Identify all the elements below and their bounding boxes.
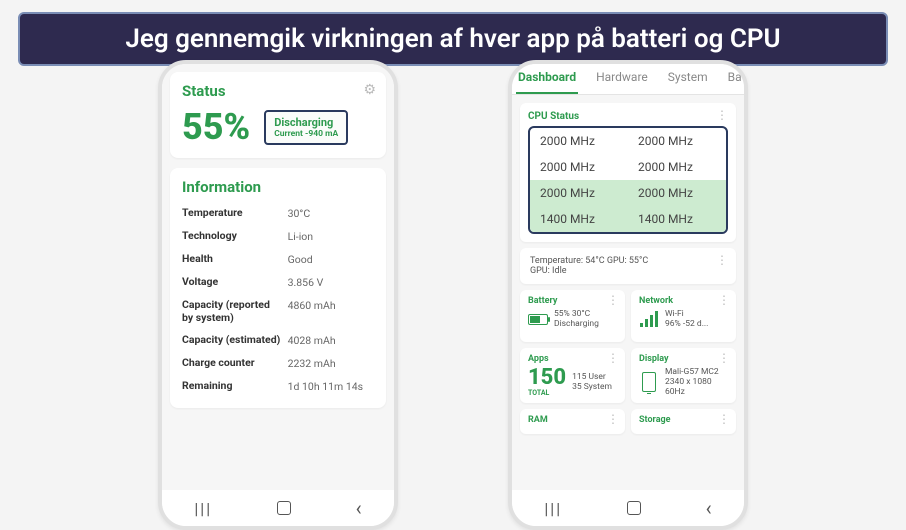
nav-recents-icon[interactable]: ||| — [544, 499, 562, 518]
info-key: Remaining — [182, 380, 288, 393]
info-val: 1d 10h 11m 14s — [288, 380, 374, 393]
network-tile-title: Network — [639, 296, 728, 306]
info-row: TechnologyLi-ion — [182, 225, 374, 248]
info-key: Temperature — [182, 207, 288, 220]
display-tile-title: Display — [639, 354, 728, 364]
info-val: 4028 mAh — [288, 334, 374, 347]
tab-system[interactable]: System — [666, 64, 710, 94]
network-line2: 96% -52 d... — [665, 319, 708, 329]
cpu-grid: 2000 MHz2000 MHz 2000 MHz2000 MHz 2000 M… — [528, 126, 728, 234]
info-val: 2232 mAh — [288, 357, 374, 370]
cpu-core: 2000 MHz — [628, 180, 726, 206]
apps-count: 150 — [528, 367, 566, 389]
battery-line2: Discharging — [554, 319, 599, 329]
info-val: Li-ion — [288, 230, 374, 243]
gpu-line1: Temperature: 54°C GPU: 55°C — [530, 256, 726, 266]
more-icon[interactable]: ⋮ — [716, 109, 728, 121]
battery-tile[interactable]: ⋮ Battery 55% 30°C Discharging — [520, 290, 625, 342]
info-row: Voltage3.856 V — [182, 271, 374, 294]
wifi-bars-icon — [639, 309, 659, 329]
more-icon[interactable]: ⋮ — [607, 294, 619, 306]
more-icon[interactable]: ⋮ — [716, 254, 728, 266]
phone-dashboard: Dashboard Hardware System Battery ⋮ CPU … — [508, 60, 748, 530]
nav-home-icon[interactable] — [627, 501, 641, 515]
gear-icon[interactable]: ⚙ — [363, 82, 376, 98]
cpu-core: 2000 MHz — [530, 154, 628, 180]
tab-bar: Dashboard Hardware System Battery — [512, 64, 744, 95]
info-val: Good — [288, 253, 374, 266]
apps-count-label: TOTAL — [528, 389, 566, 397]
battery-icon — [528, 309, 548, 329]
info-key: Charge counter — [182, 357, 288, 370]
cpu-core: 2000 MHz — [628, 154, 726, 180]
info-val: 4860 mAh — [288, 299, 374, 324]
display-tile[interactable]: ⋮ Display Mali-G57 MC2 2340 x 1080 60Hz — [631, 348, 736, 403]
tab-dashboard[interactable]: Dashboard — [516, 64, 578, 94]
info-key: Capacity (reported by system) — [182, 299, 288, 324]
battery-percent: 55% — [182, 106, 250, 148]
info-val: 30°C — [288, 207, 374, 220]
display-line3: 60Hz — [665, 387, 719, 397]
info-key: Health — [182, 253, 288, 266]
cpu-core: 2000 MHz — [530, 128, 628, 154]
phone-battery: ⚙ Status 55% Discharging Current -940 mA… — [158, 60, 398, 530]
more-icon[interactable]: ⋮ — [607, 352, 619, 364]
status-card: ⚙ Status 55% Discharging Current -940 mA — [170, 72, 386, 158]
info-key: Capacity (estimated) — [182, 334, 288, 347]
nav-home-icon[interactable] — [277, 501, 291, 515]
cpu-core: 2000 MHz — [530, 180, 628, 206]
tab-battery[interactable]: Battery — [726, 64, 744, 94]
discharge-current: Current -940 mA — [274, 129, 338, 139]
storage-tile-title: Storage — [639, 415, 728, 425]
cpu-core: 2000 MHz — [628, 128, 726, 154]
phone-dashboard-content: Dashboard Hardware System Battery ⋮ CPU … — [512, 64, 744, 490]
apps-tile[interactable]: ⋮ Apps 150 TOTAL 115 User 35 System — [520, 348, 625, 403]
display-line2: 2340 x 1080 — [665, 377, 719, 387]
phone-battery-content: ⚙ Status 55% Discharging Current -940 mA… — [162, 64, 394, 490]
more-icon[interactable]: ⋮ — [607, 413, 619, 425]
tab-hardware[interactable]: Hardware — [594, 64, 650, 94]
cpu-card: ⋮ CPU Status 2000 MHz2000 MHz 2000 MHz20… — [520, 103, 736, 242]
storage-tile[interactable]: ⋮ Storage — [631, 409, 736, 434]
cpu-core: 1400 MHz — [530, 206, 628, 232]
display-line1: Mali-G57 MC2 — [665, 367, 719, 377]
battery-tile-title: Battery — [528, 296, 617, 306]
info-key: Technology — [182, 230, 288, 243]
info-row: Charge counter2232 mAh — [182, 352, 374, 375]
display-icon — [639, 372, 659, 392]
more-icon[interactable]: ⋮ — [718, 352, 730, 364]
phone-stage: ⚙ Status 55% Discharging Current -940 mA… — [0, 60, 906, 530]
status-title: Status — [182, 82, 374, 100]
gpu-line2: GPU: Idle — [530, 266, 726, 276]
info-row: Capacity (estimated)4028 mAh — [182, 329, 374, 352]
info-row: Remaining1d 10h 11m 14s — [182, 375, 374, 398]
ram-tile[interactable]: ⋮ RAM — [520, 409, 625, 434]
info-row: HealthGood — [182, 248, 374, 271]
cpu-title: CPU Status — [528, 111, 728, 122]
more-icon[interactable]: ⋮ — [718, 413, 730, 425]
info-key: Voltage — [182, 276, 288, 289]
info-row: Capacity (reported by system)4860 mAh — [182, 294, 374, 329]
info-row: Temperature30°C — [182, 202, 374, 225]
more-icon[interactable]: ⋮ — [718, 294, 730, 306]
caption-banner: Jeg gennemgik virkningen af hver app på … — [18, 12, 888, 66]
gpu-card: ⋮ Temperature: 54°C GPU: 55°C GPU: Idle — [520, 248, 736, 284]
info-val: 3.856 V — [288, 276, 374, 289]
tile-grid: ⋮ Battery 55% 30°C Discharging ⋮ Network — [520, 290, 736, 434]
ram-tile-title: RAM — [528, 415, 617, 425]
network-tile[interactable]: ⋮ Network Wi-Fi 96% -52 d... — [631, 290, 736, 342]
battery-line1: 55% 30°C — [554, 309, 599, 319]
discharge-label: Discharging — [274, 116, 338, 129]
info-title: Information — [182, 178, 374, 196]
discharge-box: Discharging Current -940 mA — [264, 110, 348, 145]
android-navbar: ||| ‹ — [512, 490, 744, 526]
info-card: Information Temperature30°C TechnologyLi… — [170, 168, 386, 408]
nav-recents-icon[interactable]: ||| — [194, 499, 212, 518]
android-navbar: ||| ‹ — [162, 490, 394, 526]
apps-tile-title: Apps — [528, 354, 617, 364]
cpu-core: 1400 MHz — [628, 206, 726, 232]
apps-line2: 35 System — [572, 382, 612, 392]
network-line1: Wi-Fi — [665, 309, 708, 319]
apps-line1: 115 User — [572, 372, 612, 382]
